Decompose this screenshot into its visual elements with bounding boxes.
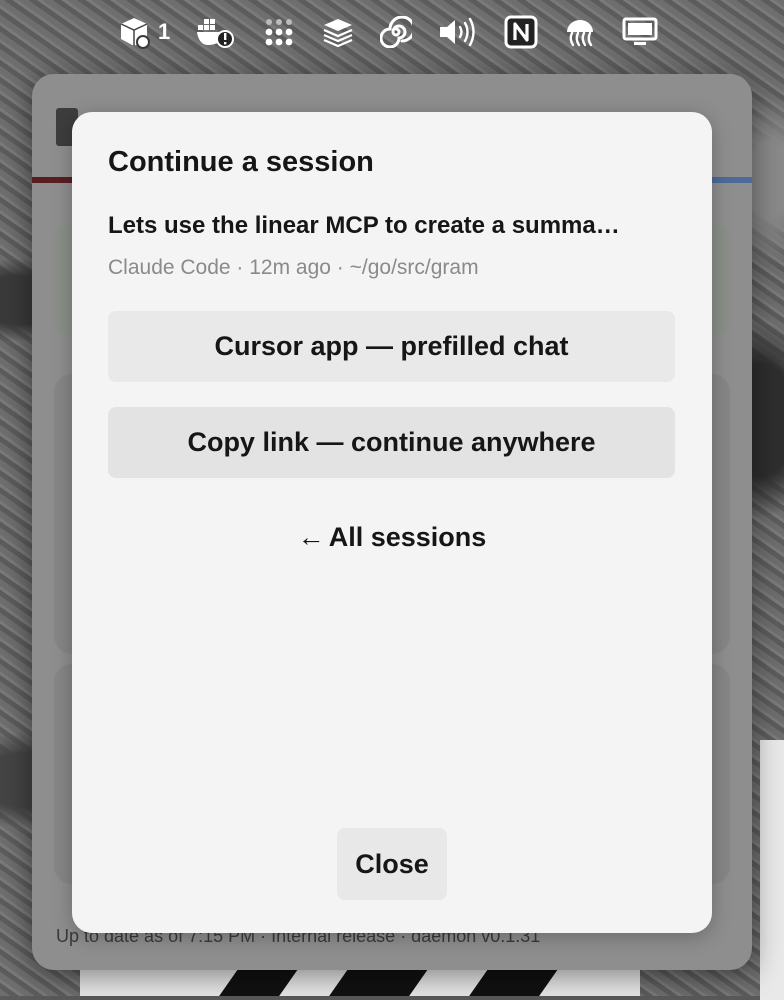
box-icon bbox=[118, 15, 152, 49]
box-status-item[interactable]: 1 bbox=[118, 12, 170, 52]
box-count: 1 bbox=[158, 19, 171, 44]
stack-status-item[interactable] bbox=[322, 12, 354, 52]
copy-link-button[interactable]: Copy link — continue anywhere bbox=[108, 407, 675, 478]
accent-bar-right bbox=[712, 177, 752, 183]
dots-grid-icon bbox=[262, 15, 296, 49]
back-arrow-icon: ← bbox=[297, 522, 325, 552]
all-sessions-label: All sessions bbox=[328, 522, 487, 552]
all-sessions-link[interactable]: ← All sessions bbox=[72, 522, 712, 553]
notion-status-item[interactable] bbox=[504, 12, 538, 52]
dialog-title: Continue a session bbox=[108, 146, 374, 178]
jellyfish-status-item[interactable] bbox=[564, 12, 596, 52]
volume-status-item[interactable] bbox=[438, 12, 478, 52]
accent-bar-left bbox=[32, 177, 72, 183]
menu-bar: 1 bbox=[0, 0, 784, 64]
spiral-icon bbox=[380, 16, 413, 48]
cursor-app-button[interactable]: Cursor app — prefilled chat bbox=[108, 311, 675, 382]
jellyfish-icon bbox=[564, 16, 596, 48]
close-button[interactable]: Close bbox=[337, 828, 447, 900]
docker-status-item[interactable] bbox=[196, 12, 236, 52]
session-meta: Claude Code · 12m ago · ~/go/src/gram bbox=[108, 256, 479, 279]
volume-icon bbox=[438, 17, 478, 47]
notion-icon bbox=[504, 15, 538, 49]
dots-status-item[interactable] bbox=[262, 12, 296, 52]
display-icon bbox=[622, 17, 658, 47]
display-status-item[interactable] bbox=[622, 12, 658, 52]
session-title: Lets use the linear MCP to create a summ… bbox=[108, 212, 620, 239]
wallpaper-paper bbox=[760, 740, 784, 1000]
spiral-status-item[interactable] bbox=[380, 12, 413, 52]
stack-icon bbox=[322, 17, 354, 47]
docker-warning-icon bbox=[196, 15, 236, 49]
continue-session-dialog: Continue a session Lets use the linear M… bbox=[72, 112, 712, 933]
